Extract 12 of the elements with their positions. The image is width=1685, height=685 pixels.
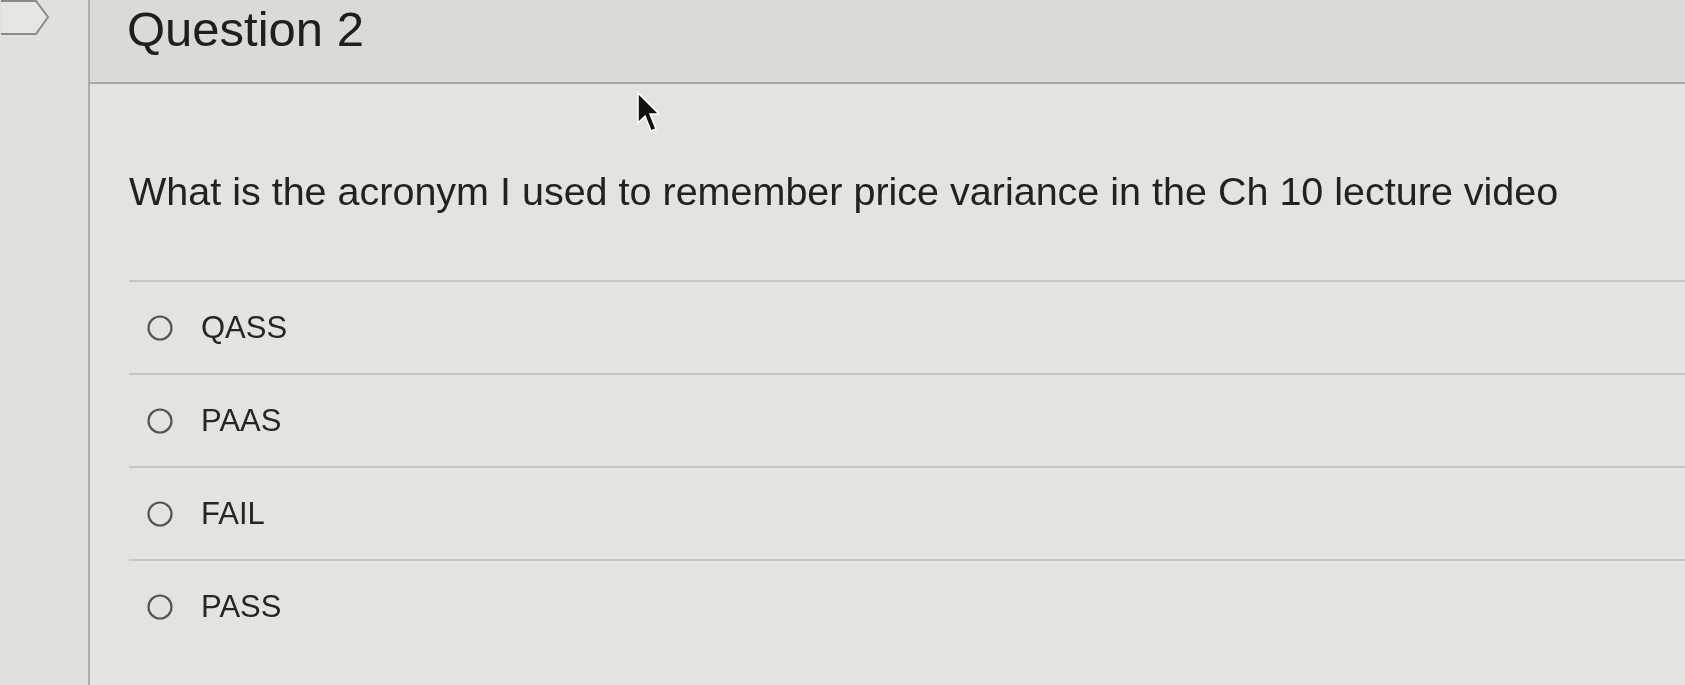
answer-option[interactable]: FAIL	[147, 495, 265, 532]
answer-option[interactable]: PASS	[147, 588, 282, 625]
radio-icon[interactable]	[147, 593, 173, 620]
radio-icon[interactable]	[147, 314, 173, 341]
answer-option[interactable]: QASS	[147, 309, 288, 346]
tag-outline-icon[interactable]	[0, 0, 50, 38]
mouse-cursor-icon	[636, 91, 660, 135]
question-text: What is the acronym I used to remember price variance in the Ch 10 lecture video	[129, 168, 1559, 214]
answer-option[interactable]: PAAS	[147, 402, 282, 439]
radio-icon[interactable]	[147, 407, 173, 434]
radio-icon[interactable]	[147, 500, 173, 527]
question-title: Question 2	[127, 1, 364, 58]
